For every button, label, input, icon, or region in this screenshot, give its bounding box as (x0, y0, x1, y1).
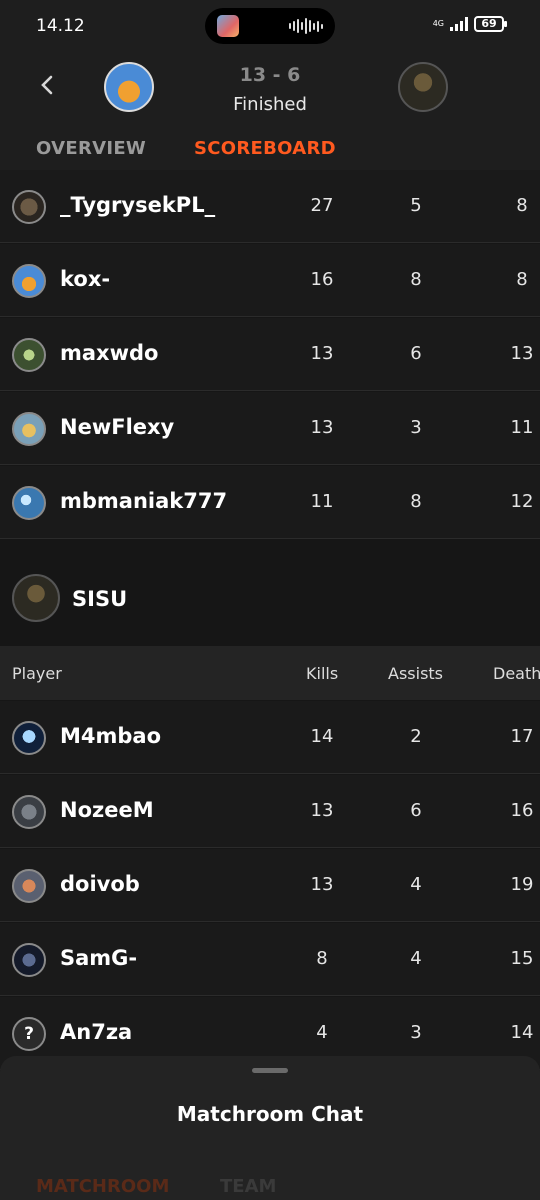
column-assists[interactable]: Assists (388, 664, 443, 683)
signal-icon (450, 17, 468, 31)
match-score: 13 - 6 (239, 64, 301, 86)
table-row[interactable]: maxwdo 13 6 13 (0, 318, 540, 391)
player-name: kox- (60, 267, 111, 291)
team2-header: SISU (0, 552, 540, 646)
matchroom-chat-sheet[interactable]: Matchroom Chat MATCHROOM TEAM (0, 1056, 540, 1200)
player-assists: 5 (410, 195, 422, 216)
player-assists: 4 (410, 874, 422, 895)
team2-name: SISU (72, 587, 128, 611)
table-row[interactable]: NozeeM 13 6 16 (0, 775, 540, 848)
player-deaths: 14 (510, 1022, 534, 1043)
player-name: mbmaniak777 (60, 489, 228, 513)
player-deaths: 15 (510, 948, 534, 969)
player-kills: 13 (310, 417, 334, 438)
player-deaths: 12 (510, 491, 534, 512)
table-row[interactable]: SamG- 8 4 15 (0, 923, 540, 996)
player-kills: 27 (310, 195, 334, 216)
table-row[interactable]: mbmaniak777 11 8 12 (0, 466, 540, 539)
network-type: 4G (432, 19, 444, 28)
audio-wave-icon (289, 17, 325, 35)
tab-overview[interactable]: OVERVIEW (36, 138, 146, 159)
player-avatar (12, 338, 46, 372)
tab-scoreboard[interactable]: SCOREBOARD (194, 138, 336, 159)
player-deaths: 16 (510, 800, 534, 821)
player-kills: 8 (316, 948, 328, 969)
match-header: 13 - 6 Finished OVERVIEW SCOREBOARD (0, 52, 540, 186)
player-kills: 13 (310, 800, 334, 821)
battery-icon: 69 (474, 16, 507, 32)
table-row[interactable]: doivob 13 4 19 (0, 849, 540, 922)
player-avatar (12, 869, 46, 903)
column-player: Player (12, 664, 62, 683)
player-name: NewFlexy (60, 415, 175, 439)
team2-avatar-small[interactable] (12, 574, 60, 622)
player-assists: 6 (410, 343, 422, 364)
tab-matchroom[interactable]: MATCHROOM (36, 1176, 169, 1197)
player-assists: 4 (410, 948, 422, 969)
player-name: SamG- (60, 946, 138, 970)
table-header: Player Kills Assists Death (0, 646, 540, 700)
player-avatar (12, 190, 46, 224)
app-icon (217, 15, 239, 37)
player-kills: 13 (310, 874, 334, 895)
player-name: doivob (60, 872, 140, 896)
tab-team[interactable]: TEAM (220, 1176, 276, 1197)
player-assists: 6 (410, 800, 422, 821)
table-row[interactable]: kox- 16 8 8 (0, 244, 540, 317)
player-assists: 8 (410, 269, 422, 290)
player-assists: 2 (410, 726, 422, 747)
player-avatar (12, 795, 46, 829)
player-avatar (12, 412, 46, 446)
player-kills: 11 (310, 491, 334, 512)
match-status: Finished (233, 94, 307, 115)
player-avatar (12, 486, 46, 520)
player-deaths: 8 (516, 269, 528, 290)
table-row[interactable]: NewFlexy 13 3 11 (0, 392, 540, 465)
sheet-drag-handle[interactable] (252, 1068, 288, 1073)
player-name: An7za (60, 1020, 133, 1044)
column-deaths[interactable]: Death (493, 664, 540, 683)
player-avatar (12, 943, 46, 977)
player-assists: 3 (410, 417, 422, 438)
team2-avatar[interactable] (398, 62, 448, 112)
dynamic-island[interactable] (205, 8, 335, 44)
player-kills: 16 (310, 269, 334, 290)
player-avatar (12, 264, 46, 298)
player-name: NozeeM (60, 798, 154, 822)
status-indicators: 4G 69 (432, 16, 507, 32)
status-bar: 14.12 4G 69 (0, 0, 540, 52)
player-kills: 13 (310, 343, 334, 364)
question-mark-icon: ? (12, 1017, 46, 1051)
player-name: _TygrysekPL_ (60, 193, 216, 217)
player-kills: 14 (310, 726, 334, 747)
sheet-title: Matchroom Chat (176, 1102, 364, 1126)
player-kills: 4 (316, 1022, 328, 1043)
table-row[interactable]: _TygrysekPL_ 27 5 8 (0, 170, 540, 243)
player-deaths: 13 (510, 343, 534, 364)
player-avatar (12, 721, 46, 755)
player-deaths: 8 (516, 195, 528, 216)
player-deaths: 11 (510, 417, 534, 438)
player-deaths: 19 (510, 874, 534, 895)
player-deaths: 17 (510, 726, 534, 747)
player-assists: 8 (410, 491, 422, 512)
player-name: M4mbao (60, 724, 162, 748)
player-assists: 3 (410, 1022, 422, 1043)
column-kills[interactable]: Kills (306, 664, 338, 683)
status-time: 14.12 (36, 16, 85, 36)
player-name: maxwdo (60, 341, 159, 365)
table-row[interactable]: M4mbao 14 2 17 (0, 701, 540, 774)
